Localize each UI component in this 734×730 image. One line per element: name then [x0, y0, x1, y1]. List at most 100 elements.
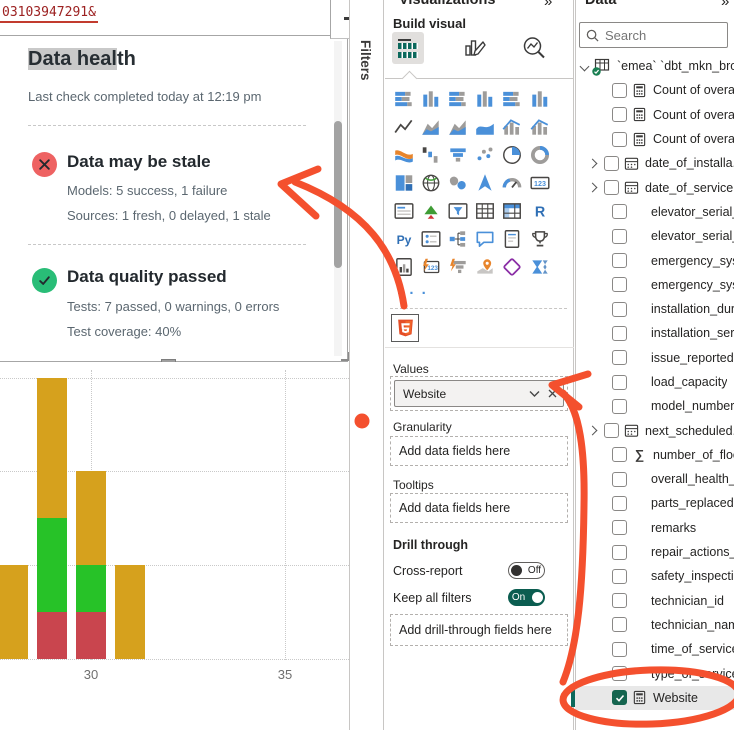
multi-row-card-icon[interactable]	[393, 200, 415, 222]
area-chart-icon[interactable]	[420, 116, 442, 138]
bar-segment-yellow[interactable]	[76, 471, 106, 565]
field-row-remarks[interactable]: remarks	[575, 516, 734, 540]
field-checkbox[interactable]	[612, 302, 627, 317]
field-checkbox[interactable]	[612, 666, 627, 681]
stacked-bar-chart-visual[interactable]: 3035	[0, 362, 349, 730]
field-row-issue-reported[interactable]: issue_reported	[575, 346, 734, 370]
ribbon-chart-icon[interactable]	[393, 144, 415, 166]
gauge-icon[interactable]	[501, 172, 523, 194]
field-row-technician-name[interactable]: technician_name	[575, 613, 734, 637]
pie-chart-icon[interactable]	[501, 144, 523, 166]
paginated-report-icon[interactable]	[393, 256, 415, 278]
field-checkbox[interactable]	[612, 204, 627, 219]
field-row-count-of-overal-[interactable]: Count of overal...	[575, 78, 734, 102]
azure-map-icon[interactable]	[474, 172, 496, 194]
keep-all-filters-toggle[interactable]: On	[508, 589, 545, 606]
field-row-elevator-serial-[interactable]: elevator_serial_...	[575, 224, 734, 248]
field-row-date-of-installa-[interactable]: date_of_installa...	[575, 151, 734, 175]
field-checkbox[interactable]	[612, 472, 627, 487]
clustered-column-chart-icon[interactable]	[474, 88, 496, 110]
field-row-number-of-floo-[interactable]: ∑number_of_floo...	[575, 443, 734, 467]
field-checkbox[interactable]	[612, 132, 627, 147]
bar-segment-yellow[interactable]	[115, 565, 145, 659]
expand-chevron-icon[interactable]	[588, 426, 598, 436]
line-and-stacked-column-chart-icon[interactable]	[501, 116, 523, 138]
field-checkbox[interactable]	[612, 690, 627, 705]
card-scrollbar-thumb[interactable]	[334, 121, 342, 268]
bar-segment-green[interactable]	[37, 518, 67, 612]
field-checkbox[interactable]	[604, 156, 619, 171]
field-row-model-number[interactable]: model_number	[575, 394, 734, 418]
field-row-count-of-overal-[interactable]: Count of overal...	[575, 127, 734, 151]
new-slicer-icon[interactable]	[420, 228, 442, 250]
values-field-pill[interactable]: Website	[394, 380, 564, 407]
field-checkbox[interactable]	[612, 83, 627, 98]
html5-custom-visual-selected[interactable]	[391, 314, 419, 342]
line-and-clustered-column-chart-icon[interactable]	[529, 116, 551, 138]
tab-format-visual[interactable]	[459, 32, 491, 64]
field-row-elevator-serial-[interactable]: elevator_serial_...	[575, 200, 734, 224]
tooltips-well[interactable]: Add data fields here	[390, 493, 568, 523]
search-input[interactable]	[605, 28, 715, 43]
power-apps-icon[interactable]	[501, 256, 523, 278]
search-box[interactable]	[579, 22, 728, 48]
data-pane-collapse-icon[interactable]: »	[721, 0, 729, 10]
quick-measure-icon[interactable]	[447, 256, 469, 278]
field-row-time-of-service[interactable]: time_of_service	[575, 637, 734, 661]
field-checkbox[interactable]	[604, 180, 619, 195]
cross-report-toggle[interactable]: Off	[508, 562, 545, 579]
bar-segment-green[interactable]	[76, 565, 106, 612]
field-checkbox[interactable]	[612, 326, 627, 341]
card-icon[interactable]: 123	[529, 172, 551, 194]
granularity-well[interactable]: Add data fields here	[390, 436, 568, 466]
stacked-bar-chart-icon[interactable]	[393, 88, 415, 110]
python-visual-icon[interactable]: Py	[393, 228, 415, 250]
power-automate-icon[interactable]	[529, 256, 551, 278]
expand-chevron-icon[interactable]	[588, 158, 598, 168]
field-row-parts-replaced[interactable]: parts_replaced	[575, 491, 734, 515]
field-row-emergency-syst-[interactable]: emergency_syst...	[575, 248, 734, 272]
stacked-area-chart-icon[interactable]	[447, 116, 469, 138]
bar-segment-red[interactable]	[37, 612, 67, 659]
filled-map-icon[interactable]	[447, 172, 469, 194]
field-checkbox[interactable]	[612, 496, 627, 511]
chevron-down-icon[interactable]	[529, 390, 540, 398]
table-icon[interactable]	[474, 200, 496, 222]
field-checkbox[interactable]	[612, 253, 627, 268]
100-stacked-area-chart-icon[interactable]	[474, 116, 496, 138]
scorecard-icon[interactable]: 123	[420, 256, 442, 278]
metrics-icon[interactable]	[529, 228, 551, 250]
bar-segment-yellow[interactable]	[37, 378, 67, 519]
field-row-type-of-service[interactable]: type_of_service	[575, 661, 734, 685]
decomposition-tree-icon[interactable]	[447, 228, 469, 250]
field-row-next-scheduled-[interactable]: next_scheduled...	[575, 418, 734, 442]
values-well[interactable]: Website	[390, 376, 568, 411]
stacked-column-chart-icon[interactable]	[420, 88, 442, 110]
100-stacked-column-chart-icon[interactable]	[529, 88, 551, 110]
card-scrollbar[interactable]	[334, 41, 342, 356]
waterfall-chart-icon[interactable]	[420, 144, 442, 166]
scatter-chart-icon[interactable]	[474, 144, 496, 166]
tab-build-visual[interactable]	[392, 32, 424, 64]
field-checkbox[interactable]	[612, 447, 627, 462]
field-checkbox[interactable]	[612, 399, 627, 414]
expand-chevron-icon[interactable]	[580, 61, 590, 71]
more-visuals-button[interactable]: . . .	[397, 281, 428, 298]
bar-segment-yellow[interactable]	[0, 565, 28, 659]
field-row-website[interactable]: Website	[575, 686, 734, 710]
map-icon[interactable]	[420, 172, 442, 194]
field-row-repair-actions-t-[interactable]: repair_actions_t...	[575, 540, 734, 564]
drill-through-well[interactable]: Add drill-through fields here	[390, 614, 568, 646]
field-row-installation-serv-[interactable]: installation_serv...	[575, 321, 734, 345]
field-checkbox[interactable]	[612, 277, 627, 292]
visualizations-collapse-icon[interactable]: »	[544, 0, 552, 10]
matrix-icon[interactable]	[501, 200, 523, 222]
expand-chevron-icon[interactable]	[588, 183, 598, 193]
100-stacked-bar-chart-icon[interactable]	[501, 88, 523, 110]
field-checkbox[interactable]	[612, 593, 627, 608]
kpi-icon[interactable]	[420, 200, 442, 222]
field-checkbox[interactable]	[612, 520, 627, 535]
field-row-overall-health-c-[interactable]: overall_health_c...	[575, 467, 734, 491]
tab-analytics[interactable]	[518, 32, 550, 64]
field-row-safety-inspectio-[interactable]: safety_inspectio...	[575, 564, 734, 588]
